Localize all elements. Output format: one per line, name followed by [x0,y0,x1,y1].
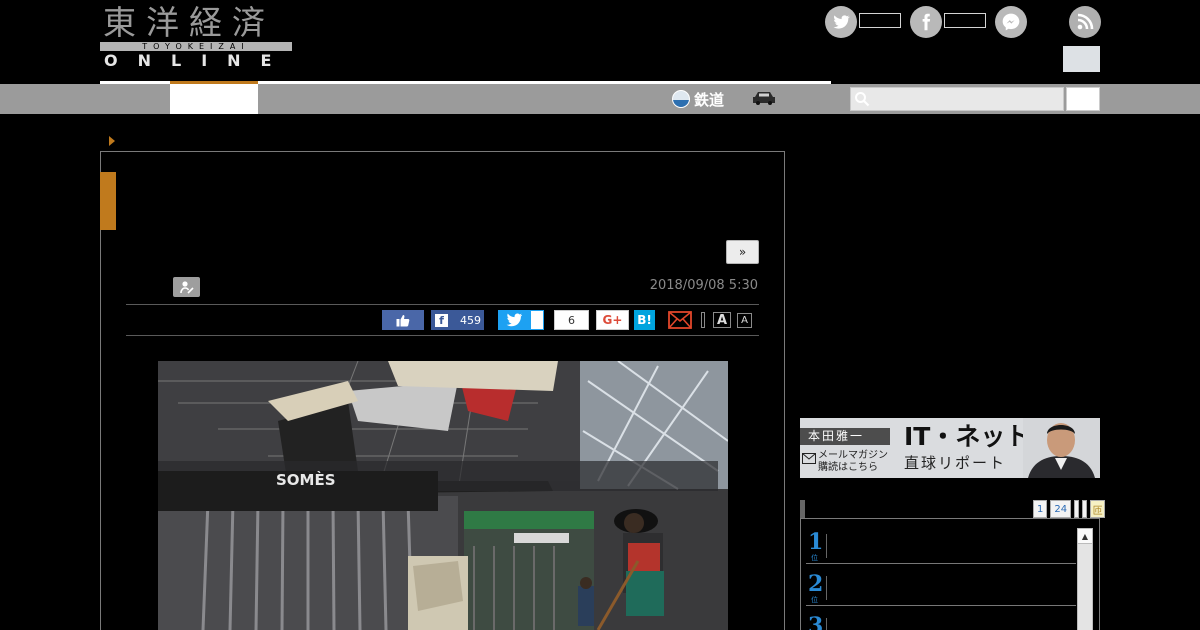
twitter-icon[interactable] [825,6,857,38]
facebook-share-button[interactable]: f 459 [431,310,484,330]
breadcrumb-arrow-icon [109,136,115,146]
ranking-tab-week[interactable] [1074,500,1080,518]
font-size-large-button[interactable]: A [713,312,731,328]
ranking-tab-extra[interactable]: 匝 [1090,500,1106,518]
car-icon[interactable] [752,91,776,105]
thumbs-up-icon [396,314,410,326]
messenger-icon[interactable] [995,6,1027,38]
facebook-like-button[interactable] [382,310,424,330]
twitter-share-button[interactable] [498,310,530,330]
nav-item-railway-label: 鉄道 [694,90,725,109]
twitter-share-count [530,310,544,330]
font-size-small-button[interactable]: A [737,313,752,328]
ranking-item[interactable]: 1 位 [806,524,1076,564]
ranking-separator [826,618,827,630]
nav-tab-active[interactable] [170,84,258,114]
mail-icon[interactable] [668,311,692,329]
ranking-item[interactable]: 2 位 [806,566,1076,606]
scroll-up-icon[interactable]: ▲ [1077,528,1093,544]
twitter-icon [506,313,522,327]
logo-roman-band: TOYOKEIZAI [100,42,292,51]
store-sign: SOMÈS [276,470,336,489]
ranking-number: 1 [808,529,824,555]
banner-subtitle: 直球リポート [904,454,1007,472]
nav-item-railway[interactable]: 鉄道 [672,86,724,112]
hatena-bookmark-button[interactable]: B! [634,310,655,330]
login-button[interactable] [1063,46,1100,72]
title-accent-bar [100,172,116,230]
rss-icon[interactable] [1069,6,1101,38]
train-icon [672,90,690,108]
ranking-suffix: 位 [811,554,818,562]
author-photo [1023,418,1100,478]
banner-title: IT・ネット [904,422,1031,451]
twitter-follow-count[interactable] [859,13,901,28]
article-photo: SOMÈS [158,361,728,630]
google-plus-share-button[interactable]: G+ [596,310,629,330]
facebook-icon: f [435,313,448,327]
facebook-follow-count[interactable] [944,13,986,28]
facebook-icon[interactable] [910,6,942,38]
ranking-separator [826,576,827,600]
author-icon[interactable] [173,277,200,297]
article-date: 2018/09/08 5:30 [649,278,758,293]
banner-author-name: 本田雅一 [800,428,890,445]
search-input[interactable] [850,87,1064,111]
ranking-number: 2 [808,571,824,597]
line-share-count[interactable]: 6 [554,310,589,330]
logo-online: ONLINE [104,51,292,70]
banner-mag-line1: メールマガジン [818,450,888,461]
next-page-button[interactable]: » [726,240,759,264]
ranking-separator [826,534,827,558]
facebook-share-count: 459 [460,313,481,327]
search-icon [855,92,870,107]
ranking-suffix: 位 [811,596,818,604]
ranking-tab-month[interactable] [1082,500,1088,518]
ranking-tabs: 1 24 匝 [1033,500,1106,518]
mail-icon [802,453,816,464]
search-button[interactable] [1066,87,1100,111]
ranking-tab-24h[interactable]: 24 [1050,500,1072,518]
ranking-tab-1h[interactable]: 1 [1033,500,1048,518]
nav-active-indicator [170,81,258,84]
ranking-item[interactable]: 3 位 [806,608,1076,630]
mail-magazine-banner[interactable]: 本田雅一 メールマガジン 購読はこちら IT・ネット 直球リポート [800,418,1100,478]
print-icon[interactable] [701,312,705,328]
site-logo[interactable]: 東洋経済 [103,4,275,42]
share-divider [126,304,759,305]
banner-mag-line2: 購読はこちら [818,462,878,473]
ranking-number: 3 [808,613,824,630]
share-divider [126,335,759,336]
